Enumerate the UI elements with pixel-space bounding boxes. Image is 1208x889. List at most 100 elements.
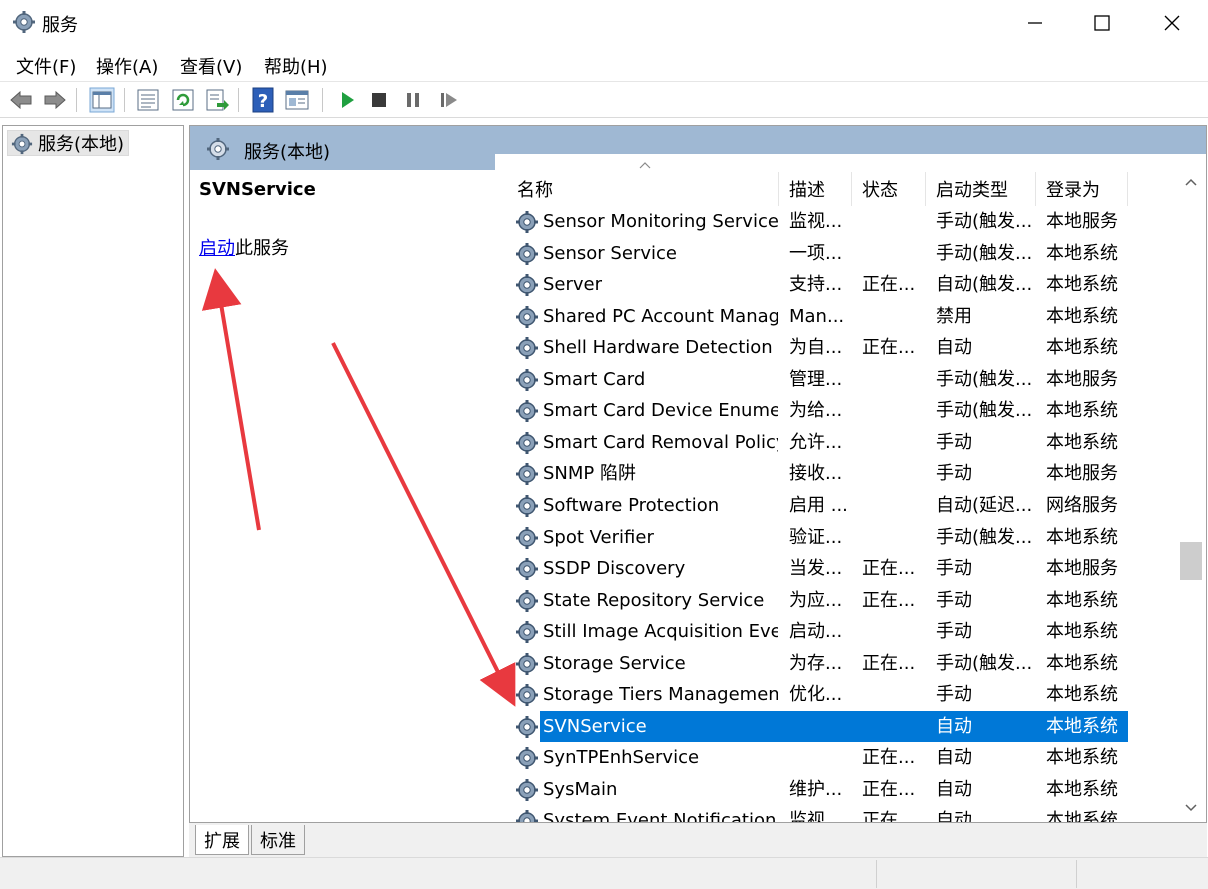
service-row[interactable]: Software Protection 启用 ... 自动(延迟... 网络服务	[495, 490, 1129, 521]
service-startup-type: 自动(延迟...	[936, 494, 1033, 516]
refresh-icon[interactable]	[170, 87, 196, 113]
service-log-on-as: 本地系统	[1046, 652, 1118, 674]
service-row[interactable]: Smart Card 管理... 手动(触发... 本地服务	[495, 364, 1129, 395]
maximize-button[interactable]	[1067, 0, 1137, 46]
service-description-panel	[190, 170, 495, 822]
service-row[interactable]: Shell Hardware Detection 为自... 正在... 自动 本地系统	[495, 332, 1129, 363]
service-row[interactable]: Shared PC Account Manager Man... 禁用 本地系统	[495, 301, 1129, 332]
service-row[interactable]: Smart Card Removal Policy 允许... 手动 本地系统	[495, 427, 1129, 458]
service-row[interactable]: Smart Card Device Enumer... 为给... 手动(触发...…	[495, 395, 1129, 426]
column-header-status[interactable]: 状态	[852, 172, 926, 206]
service-description: 监视...	[789, 211, 843, 232]
view-icon[interactable]	[284, 87, 310, 113]
service-log-on-as: 本地系统	[1046, 621, 1118, 643]
title-bar: 服务	[0, 0, 1208, 46]
stop-service-icon[interactable]	[366, 87, 392, 113]
services-pane: 服务(本地) SVNService 启动此服务 名称 描述 状态 启动类型 登录…	[189, 125, 1207, 823]
service-name: State Repository Service	[543, 589, 765, 611]
properties-icon[interactable]	[135, 87, 161, 113]
service-description	[789, 742, 851, 773]
service-startup-type: 手动(触发...	[936, 368, 1033, 390]
start-service-icon[interactable]	[334, 87, 360, 113]
service-gear-icon	[516, 778, 538, 801]
tree-item-services-local[interactable]: 服务(本地)	[7, 130, 130, 156]
vertical-scrollbar[interactable]	[1175, 170, 1205, 822]
service-name: Shell Hardware Detection	[543, 337, 773, 359]
service-row[interactable]: State Repository Service 为应... 正在... 手动 本地系统	[495, 585, 1129, 616]
maximize-icon	[1094, 15, 1110, 31]
view-tabs: 扩展 标准	[189, 823, 1207, 857]
gear-icon	[207, 138, 229, 160]
service-status: 正在...	[862, 337, 916, 359]
service-row[interactable]: Server 支持... 正在... 自动(触发... 本地系统	[495, 269, 1129, 300]
start-service-link[interactable]: 启动	[199, 238, 235, 259]
service-name: Server	[543, 274, 603, 296]
menu-action[interactable]: 操作(A)	[96, 53, 158, 79]
menu-help[interactable]: 帮助(H)	[264, 53, 328, 79]
service-status	[862, 364, 924, 395]
column-header-startup-type[interactable]: 启动类型	[926, 172, 1036, 206]
tab-standard[interactable]: 标准	[251, 825, 305, 855]
service-row[interactable]: Storage Tiers Management 优化... 手动 本地系统	[495, 679, 1129, 710]
show-tree-icon[interactable]	[89, 87, 115, 113]
service-row[interactable]: System Event Notification ... 监视... 正在... 自…	[495, 805, 1129, 822]
service-row[interactable]: Storage Service 为存... 正在... 手动(触发... 本地系统	[495, 648, 1129, 679]
scroll-up-icon[interactable]	[1183, 176, 1199, 188]
service-description: 当发...	[789, 558, 843, 580]
help-icon[interactable]: ?	[250, 87, 276, 113]
scroll-down-icon[interactable]	[1183, 802, 1199, 814]
service-status: 正在...	[862, 810, 916, 822]
service-description	[789, 711, 851, 742]
service-row[interactable]: Spot Verifier 验证... 手动(触发... 本地系统	[495, 522, 1129, 553]
service-log-on-as: 本地系统	[1046, 274, 1118, 296]
service-gear-icon	[516, 431, 538, 454]
service-description: 为应...	[789, 589, 843, 611]
service-row[interactable]: Still Image Acquisition Eve... 启动... 手动 本地系…	[495, 616, 1129, 647]
service-row[interactable]: Sensor Monitoring Service 监视... 手动(触发... 本地…	[495, 206, 1129, 237]
service-gear-icon	[516, 274, 538, 297]
column-header-log-on-as[interactable]: 登录为	[1036, 172, 1128, 206]
menu-bar: 文件(F) 操作(A) 查看(V) 帮助(H)	[0, 46, 1208, 82]
close-button[interactable]	[1137, 0, 1207, 46]
service-name: System Event Notification ...	[543, 810, 778, 822]
column-header-name[interactable]: 名称	[507, 172, 779, 206]
service-log-on-as: 本地系统	[1046, 305, 1118, 327]
service-description: 为自...	[789, 337, 843, 359]
service-name: Sensor Service	[543, 242, 677, 264]
pane-header-title: 服务(本地)	[244, 142, 331, 163]
service-name: Software Protection	[543, 494, 720, 516]
service-row[interactable]: SysMain 维护... 正在... 自动 本地系统	[495, 774, 1129, 805]
service-gear-icon	[516, 621, 538, 644]
service-log-on-as: 网络服务	[1046, 494, 1118, 516]
gear-icon	[11, 133, 33, 155]
service-name: Shared PC Account Manager	[543, 305, 778, 327]
menu-file[interactable]: 文件(F)	[16, 53, 76, 79]
service-row[interactable]: Sensor Service 一项... 手动(触发... 本地系统	[495, 238, 1129, 269]
service-row[interactable]: SSDP Discovery 当发... 正在... 手动 本地服务	[495, 553, 1129, 584]
service-log-on-as: 本地系统	[1046, 337, 1118, 359]
service-row[interactable]: SNMP 陷阱 接收... 手动 本地服务	[495, 458, 1129, 489]
back-arrow-icon[interactable]	[8, 87, 34, 113]
service-row[interactable]: SynTPEnhService 正在... 自动 本地系统	[495, 742, 1129, 773]
service-status	[862, 238, 924, 269]
tab-extended[interactable]: 扩展	[195, 825, 249, 855]
menu-view[interactable]: 查看(V)	[180, 53, 242, 79]
service-description: 为给...	[789, 400, 843, 422]
service-log-on-as: 本地服务	[1046, 463, 1118, 485]
toolbar: ?	[0, 82, 1208, 118]
service-status	[862, 206, 924, 237]
service-gear-icon	[516, 684, 538, 707]
forward-arrow-icon[interactable]	[42, 87, 68, 113]
service-row[interactable]: SVNService 自动 本地系统	[495, 710, 1129, 742]
service-log-on-as: 本地系统	[1046, 431, 1118, 453]
minimize-button[interactable]	[1000, 0, 1070, 46]
scrollbar-thumb[interactable]	[1180, 542, 1202, 580]
service-log-on-as: 本地服务	[1046, 368, 1118, 390]
service-description: 为存...	[789, 652, 843, 674]
service-status	[862, 711, 924, 742]
export-list-icon[interactable]	[204, 87, 230, 113]
column-header-description[interactable]: 描述	[779, 172, 852, 206]
restart-service-icon[interactable]	[436, 87, 462, 113]
service-gear-icon	[516, 337, 538, 360]
pause-service-icon[interactable]	[400, 87, 426, 113]
